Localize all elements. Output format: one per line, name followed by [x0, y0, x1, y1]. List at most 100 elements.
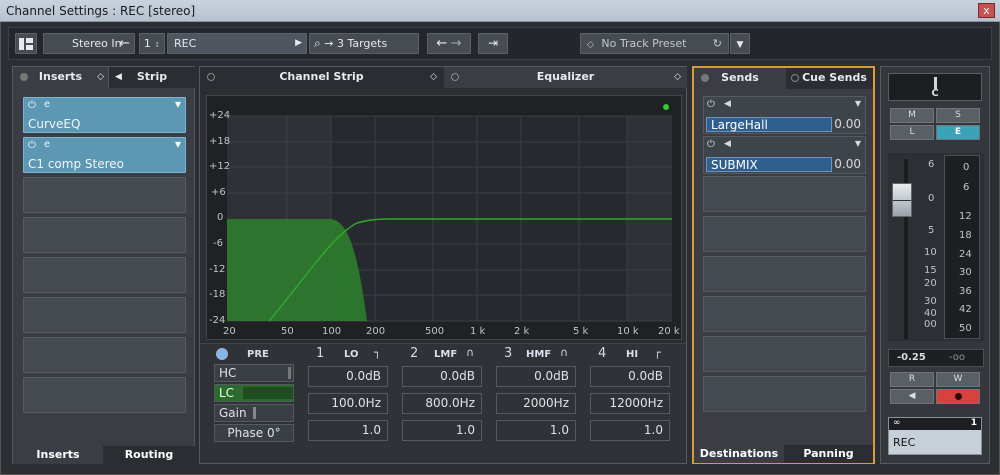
volume-fader-handle[interactable] [892, 183, 912, 217]
insert-slot-2[interactable]: ⏻ e ▼ C1 comp Stereo [23, 137, 186, 173]
edit-button[interactable]: ⇥ [478, 33, 508, 54]
tab-inserts[interactable]: Inserts ◇ [13, 67, 108, 88]
bypass-diamond-icon[interactable]: ◇ [97, 67, 104, 87]
speaker-icon[interactable]: ◀ [724, 99, 731, 109]
tab-channel-strip[interactable]: Channel Strip ◇ [200, 67, 443, 88]
eq-curve-svg[interactable] [207, 96, 683, 341]
close-button[interactable]: x [978, 3, 995, 18]
tab-panning[interactable]: Panning [784, 445, 873, 463]
insert-slot-3[interactable] [23, 177, 186, 213]
tab-cue-label: Cue Sends [802, 71, 867, 84]
y-tick: -12 [209, 264, 226, 275]
band-shape-icon[interactable]: ┌ [654, 346, 661, 359]
send-slot-3[interactable] [703, 176, 866, 212]
band-freq-field[interactable]: 12000Hz [590, 393, 670, 414]
layout-toggle-button[interactable] [15, 33, 37, 54]
listen-button[interactable]: L [890, 125, 934, 140]
phase-button[interactable]: Phase 0° [214, 424, 294, 442]
write-automation-button[interactable]: W [936, 372, 980, 387]
insert-slot-6[interactable] [23, 297, 186, 333]
mute-button[interactable]: M [890, 108, 934, 123]
power-icon[interactable]: ⏻ [707, 99, 715, 110]
insert-slot-1[interactable]: ⏻ e ▼ CurveEQ [23, 97, 186, 133]
band-gain-field[interactable]: 0.0dB [590, 366, 670, 387]
eq-band-4: 4 HI ┌ 0.0dB 12000Hz 1.0 [590, 344, 680, 462]
peak-readout[interactable]: -oo [949, 352, 965, 363]
send-slot-7[interactable] [703, 336, 866, 372]
tab-inserts-bottom[interactable]: Inserts [13, 446, 103, 464]
send-slot-1[interactable]: ⏻ ◀ ▼ LargeHall 0.00 [703, 96, 866, 134]
lc-button[interactable]: LC [214, 384, 294, 402]
band-shape-icon[interactable]: ∩ [560, 346, 568, 359]
edit-icon[interactable]: e [44, 99, 50, 110]
send-slot-8[interactable] [703, 376, 866, 412]
band-gain-field[interactable]: 0.0dB [308, 366, 388, 387]
targets-button[interactable]: ⌕ → 3 Targets [309, 33, 419, 54]
record-enable-button[interactable] [936, 389, 980, 404]
hc-button[interactable]: HC [214, 364, 294, 382]
band-gain-field[interactable]: 0.0dB [402, 366, 482, 387]
tab-equalizer[interactable]: Equalizer ◇ [444, 67, 687, 88]
bypass-diamond-icon[interactable]: ◇ [674, 67, 681, 87]
power-icon[interactable]: ⏻ [28, 100, 36, 111]
send-slot-6[interactable] [703, 296, 866, 332]
band-freq-field[interactable]: 100.0Hz [308, 393, 388, 414]
reload-icon[interactable]: ↻ [713, 34, 722, 53]
read-automation-button[interactable]: R [890, 372, 934, 387]
power-icon[interactable]: ⏻ [28, 140, 36, 151]
track-preset-field[interactable]: ◇ No Track Preset ↻ [580, 33, 729, 54]
tab-strip[interactable]: ◀ Strip [108, 67, 195, 88]
preset-dropdown-button[interactable]: ▼ [730, 33, 750, 54]
tab-sends[interactable]: Sends [694, 68, 786, 89]
speaker-icon[interactable]: ◀ [724, 139, 731, 149]
band-q-field[interactable]: 1.0 [402, 420, 482, 441]
band-shape-icon[interactable]: ┐ [374, 346, 381, 359]
tab-cue-sends[interactable]: Cue Sends [786, 68, 873, 89]
pan-control[interactable]: C [888, 73, 982, 101]
gain-handle[interactable] [253, 407, 256, 419]
volume-readout[interactable]: -0.25 [897, 352, 926, 363]
band-q-field[interactable]: 1.0 [496, 420, 576, 441]
solo-button[interactable]: S [936, 108, 980, 123]
band-q-field[interactable]: 1.0 [590, 420, 670, 441]
send-level[interactable]: 0.00 [834, 157, 861, 171]
eq-graph[interactable]: +24 +18 +12 +6 0 -6 -12 -18 -24 20 50 10… [206, 95, 682, 340]
scale-label: 6 [928, 159, 935, 170]
eq-power-icon[interactable] [216, 348, 228, 360]
band-gain-field[interactable]: 0.0dB [496, 366, 576, 387]
edit-icon[interactable]: e [44, 139, 50, 150]
track-name-box[interactable]: ∞ 1 REC [888, 417, 982, 455]
insert-slot-8[interactable] [23, 377, 186, 413]
insert-slot-4[interactable] [23, 217, 186, 253]
monitor-button[interactable]: ◀ [890, 389, 934, 404]
channel-name-field[interactable]: REC ▶ [167, 33, 307, 54]
channel-number-field[interactable]: 1 ↕ [139, 33, 165, 54]
edit-channel-button[interactable]: E [936, 125, 980, 140]
chevron-down-icon[interactable]: ▼ [175, 100, 181, 109]
band-freq-field[interactable]: 800.0Hz [402, 393, 482, 414]
input-routing-button[interactable]: Stereo In ← [43, 33, 135, 54]
tab-destinations[interactable]: Destinations [694, 445, 784, 463]
prev-arrow-icon[interactable]: ← [436, 36, 447, 51]
bypass-diamond-icon[interactable]: ◇ [430, 67, 437, 87]
gain-slider[interactable]: Gain [214, 404, 294, 422]
meter-label: 0 [963, 162, 970, 173]
power-icon[interactable]: ⏻ [707, 139, 715, 150]
send-destination[interactable]: LargeHall [706, 117, 832, 132]
chevron-down-icon[interactable]: ▼ [175, 140, 181, 149]
send-destination[interactable]: SUBMIX [706, 157, 832, 172]
chevron-down-icon[interactable]: ▼ [855, 99, 861, 108]
insert-slot-7[interactable] [23, 337, 186, 373]
chevron-down-icon[interactable]: ▼ [855, 139, 861, 148]
send-level[interactable]: 0.00 [834, 117, 861, 131]
send-slot-4[interactable] [703, 216, 866, 252]
band-freq-field[interactable]: 2000Hz [496, 393, 576, 414]
band-shape-icon[interactable]: ∩ [466, 346, 474, 359]
insert-slot-5[interactable] [23, 257, 186, 293]
band-q-field[interactable]: 1.0 [308, 420, 388, 441]
tab-routing[interactable]: Routing [103, 446, 195, 464]
send-slot-5[interactable] [703, 256, 866, 292]
next-arrow-icon[interactable]: → [451, 36, 462, 51]
nav-arrows[interactable]: ← → [427, 33, 471, 54]
send-slot-2[interactable]: ⏻ ◀ ▼ SUBMIX 0.00 [703, 136, 866, 174]
